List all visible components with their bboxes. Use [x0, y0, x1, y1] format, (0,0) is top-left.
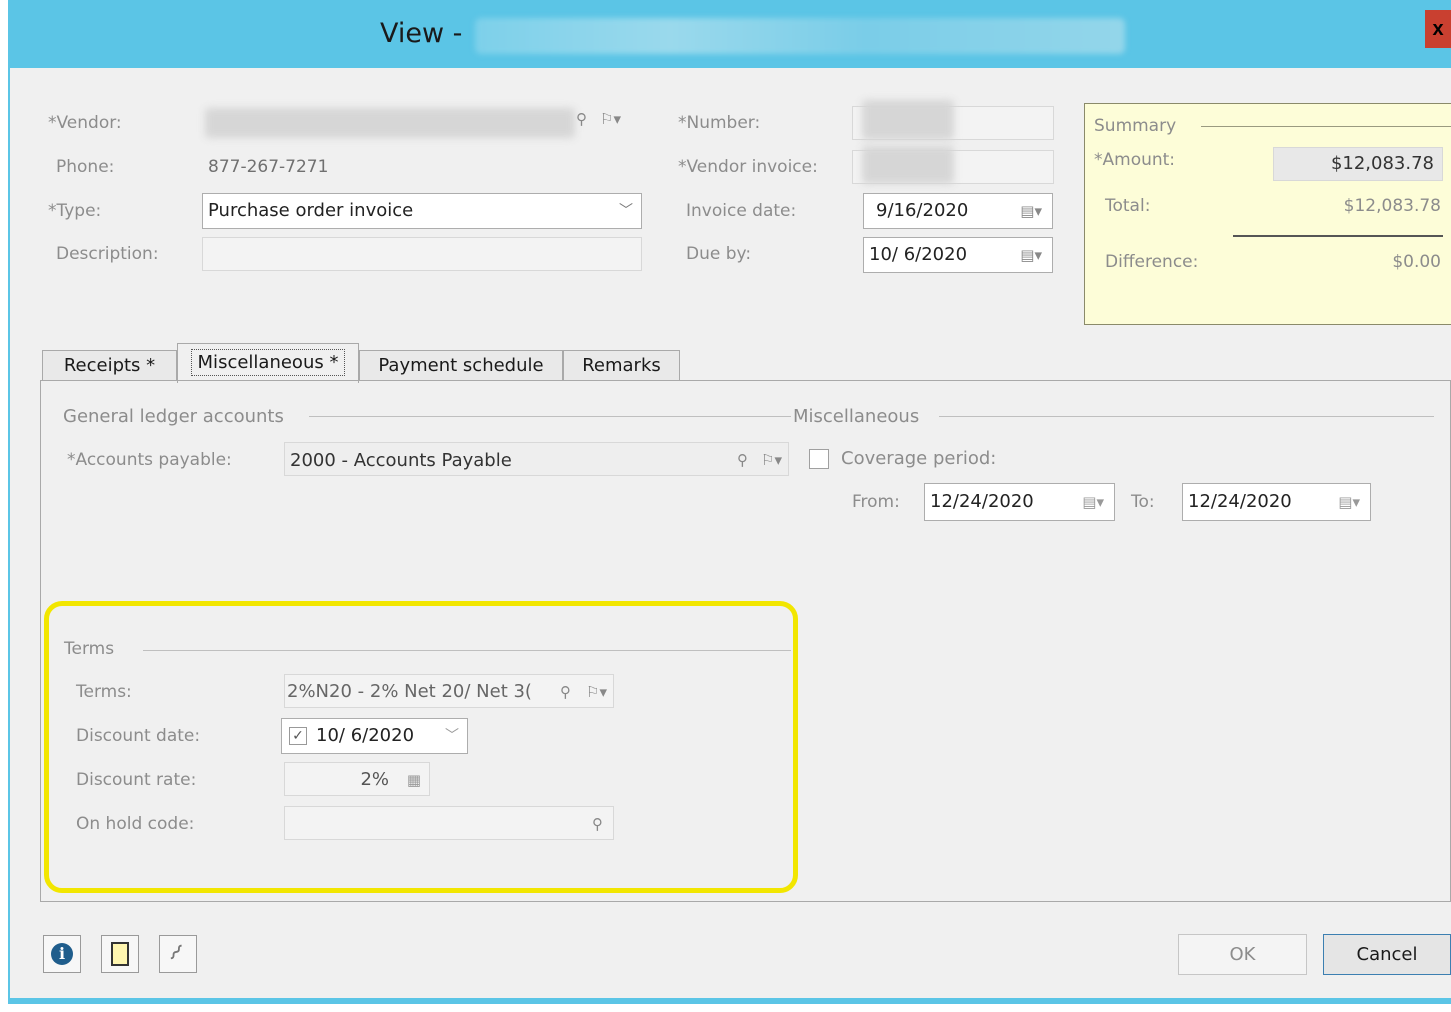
tab-miscellaneous[interactable]: Miscellaneous * — [177, 343, 359, 383]
due-by-label: Due by: — [686, 244, 752, 264]
flag-dropdown-icon[interactable]: ⚐▾ — [761, 443, 782, 475]
coverage-period-label: Coverage period: — [841, 448, 997, 469]
terms-highlight — [44, 601, 798, 893]
invoice-date-label: Invoice date: — [686, 201, 797, 221]
cancel-button[interactable]: Cancel — [1323, 934, 1451, 975]
tab-payment-schedule[interactable]: Payment schedule — [359, 350, 563, 380]
close-button[interactable]: x — [1425, 10, 1451, 48]
miscellaneous-section-title: Miscellaneous — [793, 406, 920, 427]
tab-payment-schedule-label: Payment schedule — [378, 355, 544, 376]
title-bar: View - x — [10, 0, 1451, 68]
summary-title: Summary — [1094, 116, 1177, 136]
summary-panel: Summary *Amount: $12,083.78 Total: $12,0… — [1084, 103, 1451, 325]
document-icon — [111, 942, 129, 966]
info-button[interactable]: i — [43, 935, 81, 973]
gl-accounts-divider — [309, 416, 791, 417]
ok-button[interactable]: OK — [1178, 934, 1307, 975]
from-label: From: — [852, 492, 900, 512]
total-value: $12,083.78 — [1343, 196, 1441, 216]
tab-miscellaneous-label: Miscellaneous * — [190, 349, 346, 376]
from-date-value: 12/24/2020 — [930, 491, 1034, 512]
tab-remarks-label: Remarks — [582, 355, 661, 376]
info-icon: i — [51, 943, 73, 965]
type-label: *Type: — [48, 201, 102, 221]
tab-remarks[interactable]: Remarks — [563, 350, 680, 380]
amount-field[interactable]: $12,083.78 — [1273, 147, 1443, 181]
accounts-payable-field[interactable]: 2000 - Accounts Payable ⚲ ⚐▾ — [284, 442, 789, 476]
gl-accounts-section-title: General ledger accounts — [63, 406, 284, 427]
tab-receipts-label: Receipts * — [63, 355, 156, 376]
invoice-date-value: 9/16/2020 — [876, 200, 969, 221]
search-icon[interactable]: ⚲ — [576, 110, 587, 128]
vendor-invoice-label: *Vendor invoice: — [678, 157, 818, 177]
redacted-number — [862, 100, 954, 140]
to-label: To: — [1131, 492, 1155, 512]
description-label: Description: — [56, 244, 159, 264]
type-select-value: Purchase order invoice — [208, 200, 414, 221]
dialog-window: View - x *Vendor: ⚲ ⚐▾ Phone: 877-267-72… — [8, 0, 1451, 1004]
notes-button[interactable] — [101, 935, 139, 973]
calendar-icon[interactable]: ▤▾ — [1338, 484, 1360, 520]
attachment-button[interactable]: ⌇ — [159, 935, 197, 973]
miscellaneous-divider — [939, 416, 1434, 417]
phone-value: 877-267-7271 — [208, 157, 329, 177]
vendor-field[interactable] — [205, 108, 575, 138]
description-field[interactable] — [202, 237, 642, 271]
due-by-value: 10/ 6/2020 — [869, 244, 968, 265]
type-select[interactable]: Purchase order invoice ﹀ — [202, 193, 642, 229]
difference-value: $0.00 — [1392, 252, 1441, 272]
amount-value: $12,083.78 — [1330, 153, 1434, 174]
phone-label: Phone: — [56, 157, 115, 177]
coverage-period-checkbox[interactable] — [809, 449, 829, 469]
tab-receipts[interactable]: Receipts * — [42, 350, 177, 380]
accounts-payable-label: *Accounts payable: — [67, 450, 232, 470]
calendar-icon[interactable]: ▤▾ — [1082, 484, 1104, 520]
number-label: *Number: — [678, 113, 761, 133]
total-divider — [1233, 235, 1443, 237]
redacted-vendor-invoice — [862, 146, 954, 184]
search-icon[interactable]: ⚲ — [737, 443, 748, 475]
paperclip-icon: ⌇ — [163, 939, 188, 966]
difference-label: Difference: — [1105, 252, 1199, 272]
amount-label: *Amount: — [1094, 150, 1176, 170]
chevron-down-icon: ﹀ — [619, 203, 633, 219]
to-date-value: 12/24/2020 — [1188, 491, 1292, 512]
to-date-field[interactable]: 12/24/2020 ▤▾ — [1182, 483, 1371, 521]
window-title: View - — [380, 18, 463, 49]
due-by-field[interactable]: 10/ 6/2020 ▤▾ — [863, 237, 1053, 273]
accounts-payable-value: 2000 - Accounts Payable — [290, 450, 512, 471]
redacted-title — [475, 18, 1125, 54]
invoice-date-field[interactable]: 9/16/2020 ▤▾ — [863, 193, 1053, 229]
summary-divider — [1201, 126, 1451, 127]
vendor-label: *Vendor: — [48, 113, 122, 133]
flag-dropdown-icon[interactable]: ⚐▾ — [600, 110, 621, 128]
calendar-icon[interactable]: ▤▾ — [1020, 194, 1042, 228]
total-label: Total: — [1105, 196, 1151, 216]
from-date-field[interactable]: 12/24/2020 ▤▾ — [924, 483, 1115, 521]
calendar-icon[interactable]: ▤▾ — [1020, 238, 1042, 272]
